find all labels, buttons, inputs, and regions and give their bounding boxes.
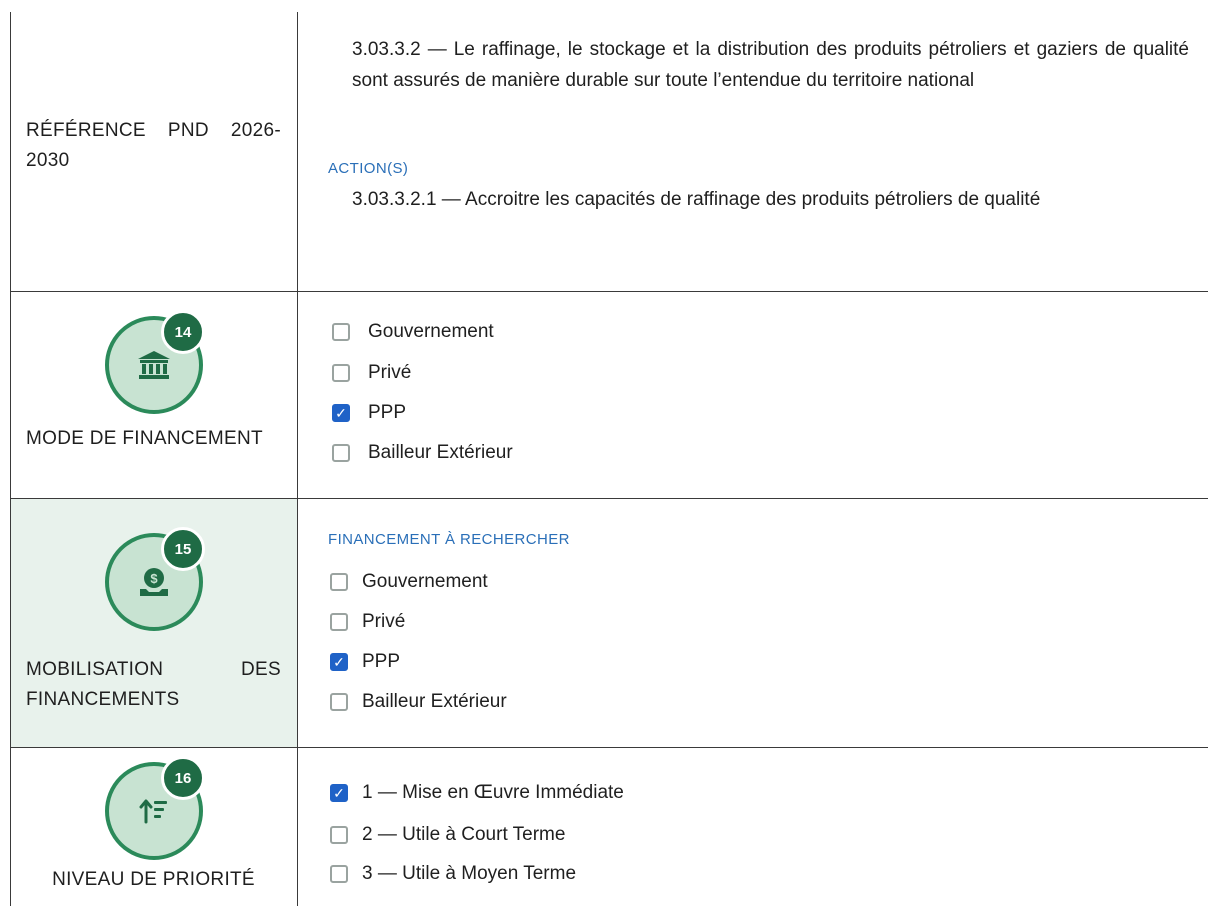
money-hand-icon: $ — [140, 568, 168, 596]
mob-option-bailleur[interactable]: Bailleur Extérieur — [330, 691, 507, 713]
mobilisation-label-cell: $ 15 MOBILISATION DES FINANCEMENTS — [11, 499, 298, 747]
checkbox-checked[interactable]: ✓ — [332, 404, 350, 422]
mode-option-ppp[interactable]: ✓ PPP — [332, 402, 406, 424]
priorite-option-3[interactable]: 3 — Utile à Moyen Terme — [330, 863, 576, 885]
option-label: 3 — Utile à Moyen Terme — [362, 863, 577, 884]
mob-option-ppp[interactable]: ✓ PPP — [330, 651, 400, 673]
mob-option-gouvernement[interactable]: Gouvernement — [330, 571, 488, 593]
checkbox[interactable] — [332, 323, 350, 341]
option-label: 2 — Utile à Court Terme — [362, 824, 566, 845]
action-text: 3.03.3.2.1 — Accroitre les capacités de … — [352, 189, 1041, 210]
checkbox[interactable] — [330, 865, 348, 883]
option-label: Bailleur Extérieur — [368, 442, 513, 463]
priorite-option-1[interactable]: ✓ 1 — Mise en Œuvre Immédiate — [330, 782, 624, 804]
checkbox[interactable] — [330, 573, 348, 591]
mode-options-cell: Gouvernement Privé ✓ PPP Bailleur Extéri… — [298, 292, 1208, 498]
row-reference: RÉFÉRENCE PND 2026-2030 3.03.3.2 — Le ra… — [11, 12, 1208, 291]
mode-label-cell: 14 MODE DE FINANCEMENT — [11, 292, 298, 498]
option-label: Gouvernement — [368, 321, 494, 342]
priorite-label: NIVEAU DE PRIORITÉ — [52, 869, 255, 890]
mobilisation-options-cell: FINANCEMENT À RECHERCHER Gouvernement Pr… — [298, 499, 1208, 747]
checkbox[interactable] — [332, 444, 350, 462]
option-label: Privé — [368, 362, 412, 383]
mode-label: MODE DE FINANCEMENT — [26, 428, 263, 449]
mode-option-gouvernement[interactable]: Gouvernement — [332, 321, 494, 343]
priorite-option-2[interactable]: 2 — Utile à Court Terme — [330, 824, 565, 846]
objective-text: 3.03.3.2 — Le raffinage, le stockage et … — [352, 39, 1189, 91]
option-label: 1 — Mise en Œuvre Immédiate — [362, 782, 624, 803]
check-icon: ✓ — [333, 784, 345, 801]
option-label: PPP — [368, 402, 407, 423]
option-label: Privé — [362, 611, 406, 632]
check-icon: ✓ — [335, 404, 347, 421]
mobilisation-badge: $ 15 — [105, 527, 205, 631]
priorite-label-cell: 16 NIVEAU DE PRIORITÉ — [11, 748, 298, 906]
mobilisation-number-badge: 15 — [161, 527, 205, 571]
form-table: RÉFÉRENCE PND 2026-2030 3.03.3.2 — Le ra… — [10, 12, 1208, 906]
option-label: Gouvernement — [362, 571, 488, 592]
option-label: PPP — [362, 651, 401, 672]
mode-option-prive[interactable]: Privé — [332, 362, 411, 384]
mode-option-bailleur[interactable]: Bailleur Extérieur — [332, 442, 513, 464]
svg-text:$: $ — [150, 571, 158, 586]
actions-label: ACTION(S) — [328, 160, 409, 177]
checkbox-checked[interactable]: ✓ — [330, 784, 348, 802]
checkbox[interactable] — [332, 364, 350, 382]
mob-option-prive[interactable]: Privé — [330, 611, 405, 633]
reference-content-cell: 3.03.3.2 — Le raffinage, le stockage et … — [298, 12, 1208, 291]
option-label: Bailleur Extérieur — [362, 691, 507, 712]
priorite-number-badge: 16 — [161, 756, 205, 800]
mobilisation-label: MOBILISATION DES FINANCEMENTS — [26, 659, 281, 710]
bank-icon — [138, 351, 170, 379]
sort-priority-icon — [139, 799, 167, 824]
row-priorite: 16 NIVEAU DE PRIORITÉ ✓ 1 — Mise en Œuvr… — [11, 748, 1208, 906]
checkbox-checked[interactable]: ✓ — [330, 653, 348, 671]
priorite-badge: 16 — [105, 756, 205, 860]
mode-number-badge: 14 — [161, 310, 205, 354]
check-icon: ✓ — [333, 653, 345, 670]
checkbox[interactable] — [330, 693, 348, 711]
row-mode-financement: 14 MODE DE FINANCEMENT Gouvernement Priv… — [11, 292, 1208, 498]
priorite-options-cell: ✓ 1 — Mise en Œuvre Immédiate 2 — Utile … — [298, 748, 1208, 906]
checkbox[interactable] — [330, 826, 348, 844]
reference-label-cell: RÉFÉRENCE PND 2026-2030 — [11, 12, 298, 291]
row-mobilisation: $ 15 MOBILISATION DES FINANCEMENTS FINAN… — [11, 499, 1208, 747]
reference-label: RÉFÉRENCE PND 2026-2030 — [26, 120, 281, 171]
financement-a-rechercher-label: FINANCEMENT À RECHERCHER — [328, 531, 570, 548]
checkbox[interactable] — [330, 613, 348, 631]
mode-badge: 14 — [105, 310, 205, 414]
